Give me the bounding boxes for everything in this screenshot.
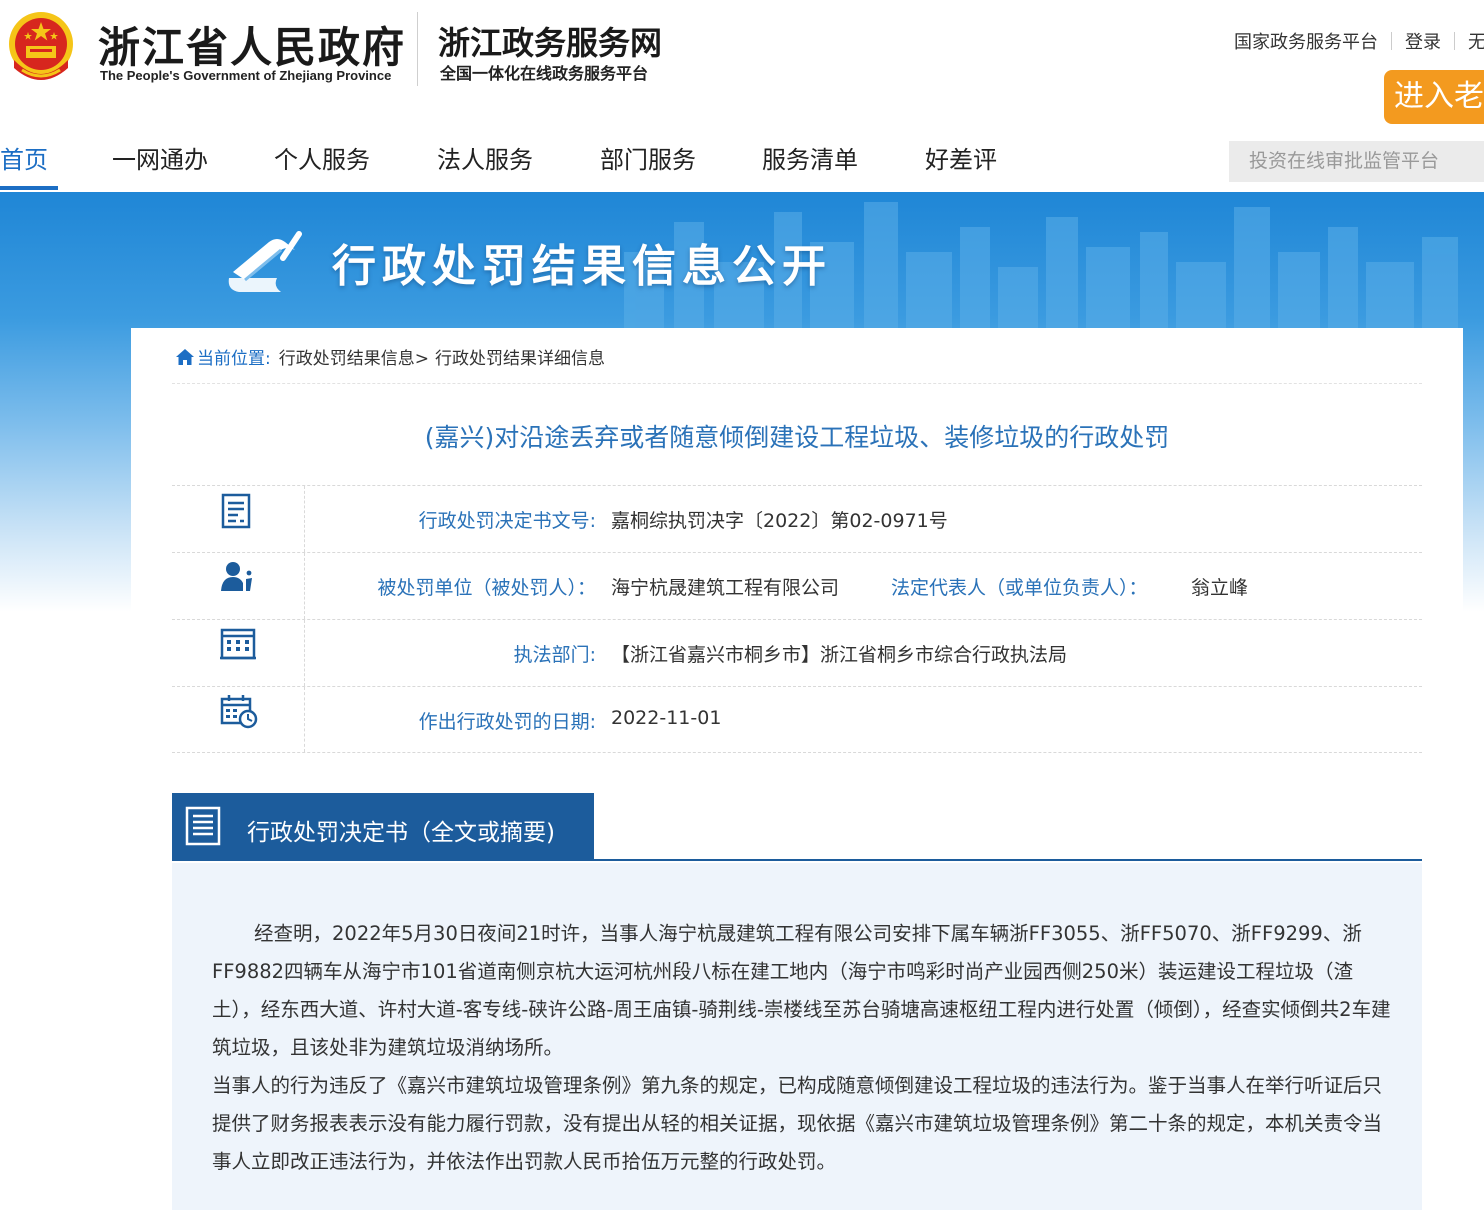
elder-mode-button[interactable]: 进入老	[1384, 70, 1484, 124]
page-title: (嘉兴)对沿途丢弃或者随意倾倒建设工程垃圾、装修垃圾的行政处罚	[424, 423, 1170, 452]
person-info-icon	[221, 562, 252, 591]
decision-paragraph-1: 经查明，2022年5月30日夜间21时许，当事人海宁杭晟建筑工程有限公司安排下属…	[212, 922, 1391, 1059]
party-label: 被处罚单位（被处罚人）：	[377, 577, 596, 599]
content-panel: 当前位置: 行政处罚结果信息> 行政处罚结果详细信息 (嘉兴)对沿途丢弃或者随意…	[131, 328, 1463, 1210]
decision-paragraph-2: 当事人的行为违反了《嘉兴市建筑垃圾管理条例》第九条的规定，已构成随意倾倒建设工程…	[212, 1074, 1383, 1173]
home-icon[interactable]	[175, 348, 195, 366]
gov-title[interactable]: 浙江省人民政府	[98, 14, 406, 75]
info-row-date: 作出行政处罚的日期: 2022-11-01	[172, 686, 1422, 753]
nav-department[interactable]: 部门服务	[600, 140, 696, 175]
decision-body: 经查明，2022年5月30日夜间21时许，当事人海宁杭晟建筑工程有限公司安排下属…	[172, 863, 1422, 1210]
nav-active-indicator	[0, 186, 58, 190]
info-row-dept: 执法部门: 【浙江省嘉兴市桐乡市】浙江省桐乡市综合行政执法局	[172, 619, 1422, 686]
decision-section-tab[interactable]: 行政处罚决定书（全文或摘要)	[172, 793, 594, 860]
document-icon	[221, 493, 251, 529]
info-icon-cell	[172, 486, 305, 552]
site-subtitle: 全国一体化在线政务服务平台	[440, 64, 649, 83]
calendar-clock-icon	[220, 695, 258, 729]
decision-section-header: 行政处罚决定书（全文或摘要)	[172, 793, 1422, 861]
info-icon-cell	[172, 620, 305, 686]
investment-platform-search[interactable]: 投资在线审批监管平台	[1229, 141, 1484, 182]
doc-number-value: 嘉桐综执罚决字〔2022〕第02-0971号	[611, 510, 948, 532]
breadcrumb-label: 当前位置:	[197, 349, 271, 369]
breadcrumb-result-detail: 行政处罚结果详细信息	[434, 349, 605, 369]
dept-value: 【浙江省嘉兴市桐乡市】浙江省桐乡市综合行政执法局	[611, 644, 1068, 666]
party-value: 海宁杭晟建筑工程有限公司	[611, 577, 840, 599]
legal-rep-label: 法定代表人（或单位负责人）：	[891, 577, 1148, 599]
decision-text: 经查明，2022年5月30日夜间21时许，当事人海宁杭晟建筑工程有限公司安排下属…	[212, 915, 1397, 1181]
breadcrumb-divider	[172, 383, 1422, 384]
top-links: 国家政务服务平台 登录 无	[1234, 28, 1484, 54]
building-icon	[220, 628, 256, 660]
nav-personal[interactable]: 个人服务	[274, 140, 370, 175]
nav-one-stop[interactable]: 一网通办	[112, 140, 208, 175]
dept-label: 执法部门:	[513, 644, 596, 666]
date-value: 2022-11-01	[611, 707, 722, 729]
info-row-party: 被处罚单位（被处罚人）： 海宁杭晟建筑工程有限公司 法定代表人（或单位负责人）：…	[172, 552, 1422, 619]
site-header: 浙江省人民政府 The People's Government of Zheji…	[0, 0, 1484, 130]
header-divider	[417, 12, 418, 86]
nav-legal-entity[interactable]: 法人服务	[437, 140, 533, 175]
gov-subtitle: The People's Government of Zhejiang Prov…	[100, 68, 392, 83]
login-link[interactable]: 登录	[1405, 28, 1441, 54]
main-nav: 首页 一网通办 个人服务 法人服务 部门服务 服务清单 好差评 投资在线审批监管…	[0, 130, 1484, 192]
nav-home[interactable]: 首页	[0, 140, 48, 175]
book-pen-icon	[228, 231, 302, 292]
document-list-icon	[185, 806, 221, 846]
breadcrumb-result-list[interactable]: 行政处罚结果信息>	[279, 344, 429, 369]
doc-number-label: 行政处罚决定书文号:	[418, 510, 596, 532]
nav-rating[interactable]: 好差评	[925, 140, 997, 175]
date-label: 作出行政处罚的日期:	[418, 711, 596, 733]
link-separator	[1391, 32, 1392, 50]
nav-service-list[interactable]: 服务清单	[762, 140, 858, 175]
decision-section-title: 行政处罚决定书（全文或摘要)	[247, 820, 555, 846]
breadcrumb: 当前位置: 行政处罚结果信息> 行政处罚结果详细信息	[175, 344, 605, 369]
banner-title: 行政处罚结果信息公开	[332, 241, 832, 292]
link-separator	[1454, 32, 1455, 50]
site-title[interactable]: 浙江政务服务网	[438, 18, 662, 64]
info-row-doc-number: 行政处罚决定书文号: 嘉桐综执罚决字〔2022〕第02-0971号	[172, 485, 1422, 552]
legal-rep-value: 翁立峰	[1191, 577, 1249, 599]
national-emblem-icon[interactable]	[4, 8, 78, 88]
info-icon-cell	[172, 687, 305, 752]
info-icon-cell	[172, 553, 305, 619]
info-table: 行政处罚决定书文号: 嘉桐综执罚决字〔2022〕第02-0971号 被处罚单位（…	[172, 485, 1422, 753]
national-platform-link[interactable]: 国家政务服务平台	[1234, 28, 1378, 54]
accessibility-link[interactable]: 无	[1468, 28, 1484, 54]
